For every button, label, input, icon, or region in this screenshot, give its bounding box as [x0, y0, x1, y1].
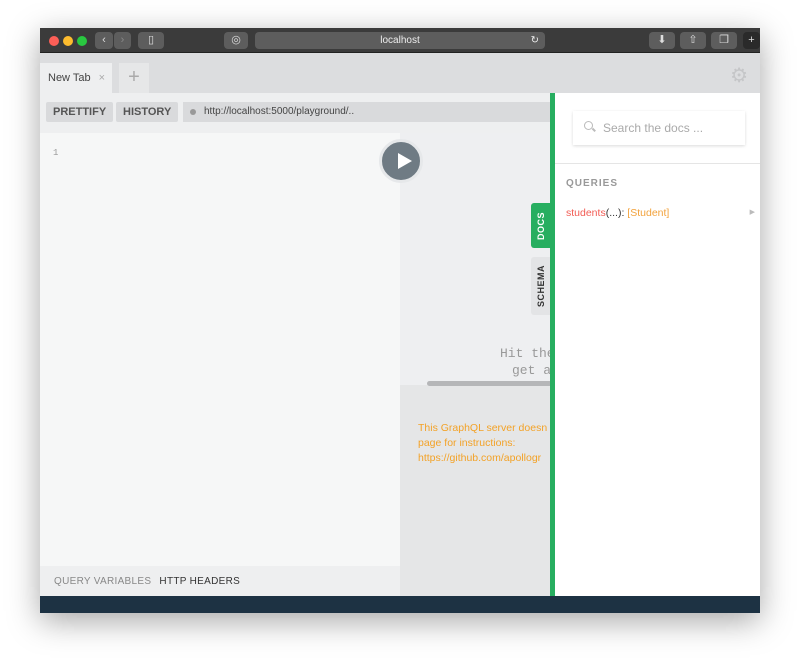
sidebar-toggle-icon[interactable]: ▯: [138, 32, 164, 49]
hint-text: get a: [512, 363, 552, 378]
warning-message: This GraphQL server doesn page for instr…: [418, 421, 547, 466]
tab-schema[interactable]: SCHEMA: [531, 257, 551, 315]
share-icon[interactable]: ⇧: [680, 32, 706, 49]
address-text: localhost: [380, 35, 420, 46]
password-manager-icon[interactable]: ◎: [224, 32, 248, 49]
warning-line: This GraphQL server doesn: [418, 422, 548, 434]
divider: [555, 163, 760, 164]
run-query-button[interactable]: [379, 139, 423, 183]
hint-text: Hit the: [500, 346, 555, 361]
line-number: 1: [53, 148, 59, 158]
tab-docs[interactable]: DOCS: [531, 203, 551, 248]
footer-bar: [40, 596, 760, 613]
chevron-right-icon: ▶: [749, 209, 755, 216]
gear-icon[interactable]: ⚙: [730, 63, 748, 88]
queries-heading: QUERIES: [566, 178, 619, 189]
tabs-overview-icon[interactable]: ❐: [711, 32, 737, 49]
endpoint-input[interactable]: http://localhost:5000/playground/..: [183, 102, 552, 122]
field-args: (...): [605, 207, 622, 219]
warning-line: page for instructions:: [418, 437, 516, 449]
close-window-button[interactable]: [49, 36, 59, 46]
close-tab-icon[interactable]: ×: [99, 72, 105, 84]
maximize-window-button[interactable]: [77, 36, 87, 46]
query-editor[interactable]: 1: [40, 133, 400, 566]
docs-panel: Search the docs ... QUERIES students(...…: [550, 93, 760, 596]
tab-new-tab[interactable]: New Tab ×: [40, 63, 112, 93]
history-button[interactable]: HISTORY: [116, 102, 179, 122]
downloads-icon[interactable]: ⬇: [649, 32, 675, 49]
horizontal-scrollbar[interactable]: [427, 381, 567, 386]
reload-icon[interactable]: ↻: [531, 32, 539, 49]
query-field-students[interactable]: students(...): [Student]: [566, 207, 669, 219]
playground-tab-bar: New Tab × + ⚙: [40, 53, 760, 93]
field-name: students: [566, 207, 606, 219]
minimize-window-button[interactable]: [63, 36, 73, 46]
title-bar: ‹ › ▯ ◎ localhost ↻ ⬇ ⇧ ❐ +: [40, 28, 760, 53]
warning-link[interactable]: https://github.com/apollogr: [418, 451, 547, 466]
docs-search-input[interactable]: Search the docs ...: [573, 111, 745, 145]
add-tab-button[interactable]: +: [119, 63, 149, 93]
result-message-area: This GraphQL server doesn page for instr…: [400, 385, 560, 596]
result-pane: Hit the get a This GraphQL server doesn …: [400, 133, 567, 596]
forward-button[interactable]: ›: [114, 32, 131, 49]
tab-http-headers[interactable]: HTTP HEADERS: [159, 576, 240, 587]
search-icon: [584, 121, 593, 130]
tab-label: New Tab: [48, 72, 91, 84]
back-button[interactable]: ‹: [95, 32, 113, 49]
browser-window: ‹ › ▯ ◎ localhost ↻ ⬇ ⇧ ❐ + New Tab × + ⚙ …: [40, 28, 760, 613]
editor-toolbar: PRETTIFY HISTORY http://localhost:5000/p…: [40, 93, 552, 133]
field-type[interactable]: [Student]: [627, 207, 669, 219]
tab-query-variables[interactable]: QUERY VARIABLES: [54, 576, 151, 587]
address-bar[interactable]: localhost ↻: [255, 32, 545, 49]
bottom-panel-tabs: QUERY VARIABLES HTTP HEADERS: [40, 566, 400, 596]
prettify-button[interactable]: PRETTIFY: [46, 102, 114, 122]
new-tab-icon[interactable]: +: [743, 32, 760, 49]
search-placeholder: Search the docs ...: [603, 121, 704, 135]
